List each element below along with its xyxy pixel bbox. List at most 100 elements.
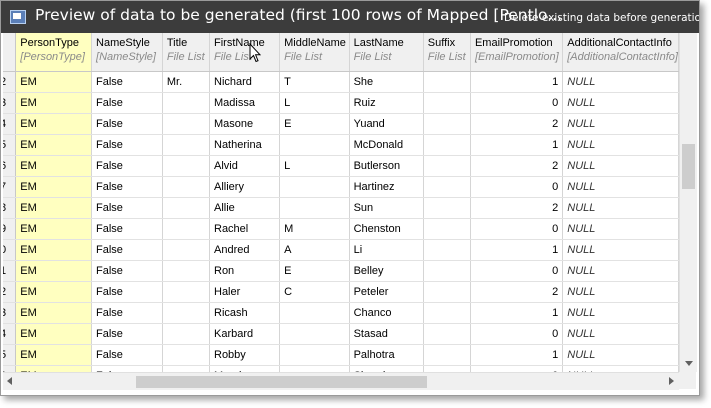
cell-suffix[interactable] <box>423 239 471 261</box>
cell-middlename[interactable] <box>279 134 350 156</box>
cell-suffix[interactable] <box>423 344 471 366</box>
col-header-suffix[interactable]: Suffix File List <box>423 33 471 72</box>
cell-namestyle[interactable]: False <box>91 197 163 219</box>
cell-firstname[interactable]: Haler <box>209 281 281 303</box>
cell-emailpromotion[interactable]: 0 <box>470 260 564 282</box>
cell-lastname[interactable]: Chanco <box>349 302 424 324</box>
scroll-left-arrow-icon[interactable] <box>7 377 12 385</box>
cell-middlename[interactable]: M <box>279 218 350 240</box>
cell-emailpromotion[interactable]: 2 <box>470 281 564 303</box>
table-row[interactable]: 1 EMFalse RonEBelley 0NULL <box>3 260 679 282</box>
cell-middlename[interactable]: L <box>279 155 350 177</box>
cell-namestyle[interactable]: False <box>91 134 163 156</box>
table-row[interactable]: 9 EMFalse RachelMChenston 0NULL <box>3 218 679 240</box>
cell-suffix[interactable] <box>423 281 471 303</box>
cell-title[interactable] <box>162 218 211 240</box>
cell-middlename[interactable]: T <box>279 71 350 93</box>
cell-title[interactable] <box>162 134 211 156</box>
cell-namestyle[interactable]: False <box>91 323 163 345</box>
cell-firstname[interactable]: Alliery <box>209 176 281 198</box>
cell-emailpromotion[interactable]: 0 <box>470 323 564 345</box>
row-number[interactable]: 8 <box>3 197 17 219</box>
cell-suffix[interactable] <box>423 323 471 345</box>
cell-lastname[interactable]: Yuand <box>349 113 424 135</box>
cell-title[interactable] <box>162 302 211 324</box>
cell-middlename[interactable]: A <box>279 239 350 261</box>
cell-persontype[interactable]: EM <box>15 176 93 198</box>
cell-lastname[interactable]: Peteler <box>349 281 424 303</box>
delete-existing-label[interactable]: Delete existing data before generation <box>504 12 699 24</box>
cell-lastname[interactable]: Belley <box>349 260 424 282</box>
cell-firstname[interactable]: Ron <box>209 260 281 282</box>
cell-emailpromotion[interactable]: 1 <box>470 302 564 324</box>
cell-emailpromotion[interactable]: 0 <box>470 218 564 240</box>
cell-lastname[interactable]: She <box>349 71 424 93</box>
cell-namestyle[interactable]: False <box>91 260 163 282</box>
cell-suffix[interactable] <box>423 134 471 156</box>
cell-lastname[interactable]: Li <box>349 239 424 261</box>
cell-title[interactable] <box>162 155 211 177</box>
cell-persontype[interactable]: EM <box>15 92 93 114</box>
cell-persontype[interactable]: EM <box>15 281 93 303</box>
cell-title[interactable] <box>162 260 211 282</box>
cell-additionalcontactinfo[interactable]: NULL <box>562 155 679 177</box>
cell-namestyle[interactable]: False <box>91 176 163 198</box>
cell-persontype[interactable]: EM <box>15 155 93 177</box>
cell-firstname[interactable]: Allie <box>209 197 281 219</box>
cell-lastname[interactable]: Ruiz <box>349 92 424 114</box>
col-header-lastname[interactable]: LastName File List <box>349 33 424 72</box>
cell-additionalcontactinfo[interactable]: NULL <box>562 113 679 135</box>
cell-middlename[interactable]: E <box>279 113 350 135</box>
cell-emailpromotion[interactable]: 2 <box>470 113 564 135</box>
row-number[interactable]: 9 <box>3 218 17 240</box>
cell-title[interactable]: Mr. <box>162 71 211 93</box>
cell-emailpromotion[interactable]: 1 <box>470 239 564 261</box>
row-number[interactable]: 5 <box>3 134 17 156</box>
row-number[interactable]: 2 <box>3 71 17 93</box>
cell-suffix[interactable] <box>423 92 471 114</box>
cell-suffix[interactable] <box>423 113 471 135</box>
col-header-persontype[interactable]: PersonType [PersonType] <box>15 33 93 72</box>
cell-title[interactable] <box>162 92 211 114</box>
cell-middlename[interactable] <box>279 176 350 198</box>
cell-middlename[interactable]: E <box>279 260 350 282</box>
cell-namestyle[interactable]: False <box>91 218 163 240</box>
table-row[interactable]: 5 EMFalse Natherina McDonald 1NULL <box>3 134 679 156</box>
cell-namestyle[interactable]: False <box>91 71 163 93</box>
cell-additionalcontactinfo[interactable]: NULL <box>562 218 679 240</box>
cell-firstname[interactable]: Robby <box>209 344 281 366</box>
cell-title[interactable] <box>162 176 211 198</box>
table-row[interactable]: 8 EMFalse Allie Sun 2NULL <box>3 197 679 219</box>
cell-additionalcontactinfo[interactable]: NULL <box>562 239 679 261</box>
col-header-middlename[interactable]: MiddleName File List <box>279 33 350 72</box>
table-row[interactable]: 5 EMFalse Robby Palhotra 1NULL <box>3 344 679 366</box>
cell-emailpromotion[interactable]: 1 <box>470 71 564 93</box>
cell-emailpromotion[interactable]: 1 <box>470 134 564 156</box>
table-row[interactable]: 0 EMFalse AndredALi 1NULL <box>3 239 679 261</box>
cell-additionalcontactinfo[interactable]: NULL <box>562 71 679 93</box>
cell-middlename[interactable] <box>279 323 350 345</box>
col-header-additionalcontactinfo[interactable]: AdditionalContactInfo [AdditionalContact… <box>562 33 679 72</box>
cell-suffix[interactable] <box>423 218 471 240</box>
cell-firstname[interactable]: Karbard <box>209 323 281 345</box>
cell-additionalcontactinfo[interactable]: NULL <box>562 92 679 114</box>
row-number[interactable]: 3 <box>3 92 17 114</box>
cell-emailpromotion[interactable]: 0 <box>470 176 564 198</box>
cell-namestyle[interactable]: False <box>91 155 163 177</box>
cell-emailpromotion[interactable]: 2 <box>470 197 564 219</box>
cell-middlename[interactable] <box>279 302 350 324</box>
table-row[interactable]: 3 EMFalse MadissaLRuiz 0NULL <box>3 92 679 114</box>
row-number[interactable]: 4 <box>3 113 17 135</box>
cell-persontype[interactable]: EM <box>15 113 93 135</box>
cell-namestyle[interactable]: False <box>91 281 163 303</box>
row-number[interactable]: 7 <box>3 176 17 198</box>
col-header-namestyle[interactable]: NameStyle [NameStyle] <box>91 33 163 72</box>
row-number[interactable]: 0 <box>3 239 17 261</box>
vertical-scrollbar[interactable] <box>679 33 697 372</box>
table-row[interactable]: 2 EMFalseMr.NichardTShe 1NULL <box>3 71 679 93</box>
cell-persontype[interactable]: EM <box>15 260 93 282</box>
cell-firstname[interactable]: Masone <box>209 113 281 135</box>
cell-additionalcontactinfo[interactable]: NULL <box>562 302 679 324</box>
cell-firstname[interactable]: Madissa <box>209 92 281 114</box>
cell-persontype[interactable]: EM <box>15 218 93 240</box>
